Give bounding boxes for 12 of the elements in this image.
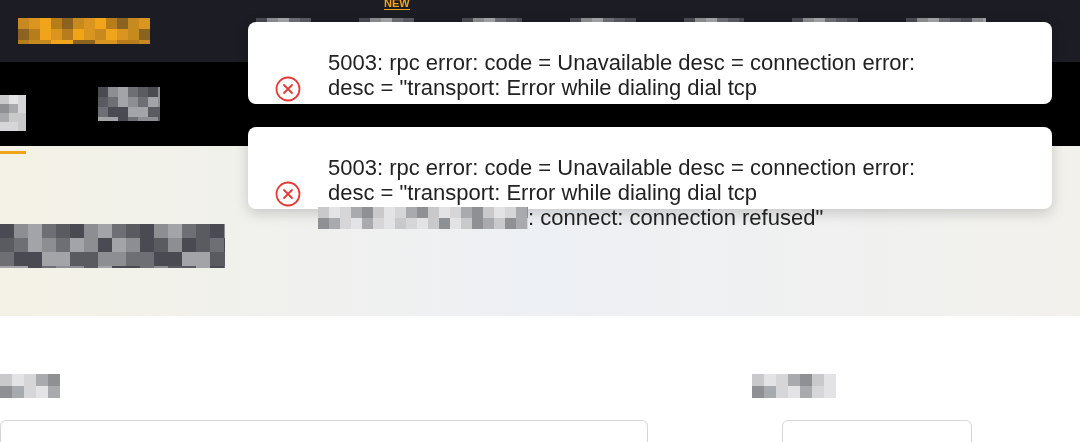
toast-message-line: desc = "transport: Error while dialing dial tcp (328, 180, 759, 205)
toast-message-line: 5003: rpc error: code = Unavailable desc = connection error: (328, 50, 915, 75)
toast-message-line: 5003: rpc error: code = Unavailable desc = connection error: (328, 155, 915, 180)
toast-message-line: desc = "transport: Error while dialing dial tcp (328, 75, 759, 100)
nav-item (98, 87, 160, 121)
nav-item (0, 94, 26, 131)
error-icon (275, 181, 301, 207)
active-tab-indicator (0, 150, 26, 154)
toast-message-line: : connect: connection refused" (528, 205, 824, 230)
error-icon (275, 76, 301, 102)
field-label (0, 374, 60, 398)
new-badge: NEW (384, 0, 410, 10)
